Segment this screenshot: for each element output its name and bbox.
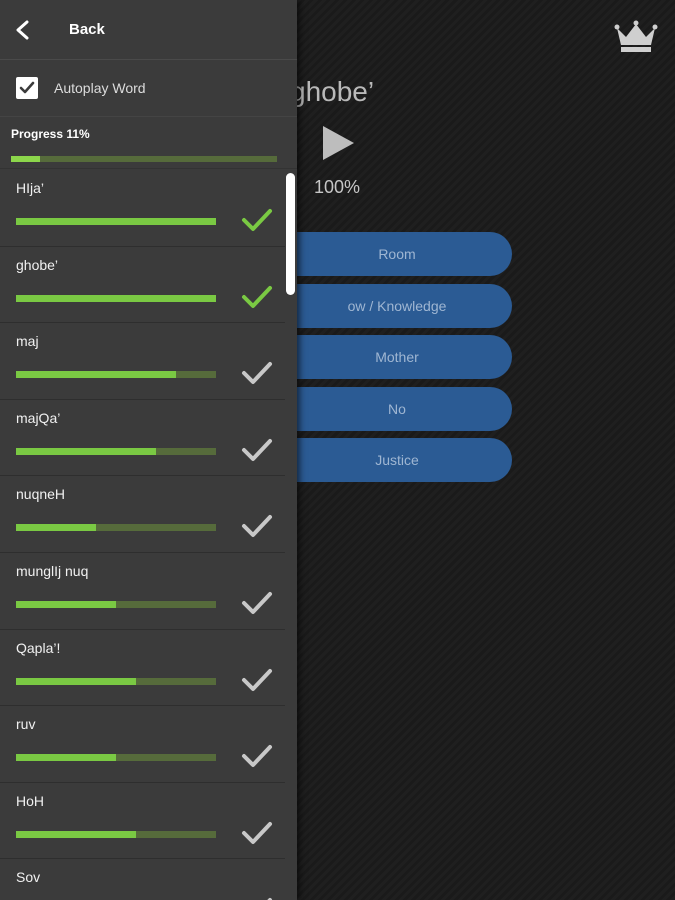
word-list-item[interactable]: ruv <box>0 706 285 783</box>
word-label: Qapla’! <box>16 639 61 656</box>
checkmark-icon <box>19 81 35 94</box>
checkmark-icon <box>242 362 272 385</box>
progress-bar <box>11 156 277 162</box>
word-progress-fill <box>16 830 136 838</box>
navigation-drawer: Back Autoplay Word Progress 11% HIja’ gho… <box>0 0 297 900</box>
word-label: majQa’ <box>16 409 61 426</box>
word-progress-fill <box>16 294 216 302</box>
progress-label: Progress 11% <box>11 127 90 141</box>
checkmark-icon <box>242 285 272 308</box>
checkmark-icon <box>242 668 272 691</box>
word-label: maj <box>16 333 39 350</box>
word-progress-fill <box>16 600 116 608</box>
checkmark-icon <box>242 438 272 461</box>
word-progress-fill <box>16 677 136 685</box>
word-list-item[interactable]: majQa’ <box>0 400 285 477</box>
word-label: HIja’ <box>16 180 45 196</box>
word-progress-bar <box>16 524 216 532</box>
word-progress-bar <box>16 677 216 685</box>
autoplay-checkbox[interactable] <box>16 77 38 99</box>
word-list-item[interactable]: HIja’ <box>0 170 285 247</box>
word-progress-bar <box>16 754 216 762</box>
crown-icon[interactable] <box>614 20 658 54</box>
word-progress-fill <box>16 524 96 532</box>
word-list-item[interactable]: ghobe’ <box>0 247 285 324</box>
checkmark-icon <box>242 209 272 231</box>
autoplay-label: Autoplay Word <box>54 80 146 96</box>
word-label: Sov <box>16 869 41 886</box>
word-progress-fill <box>16 218 216 225</box>
scrollbar-thumb[interactable] <box>286 173 295 295</box>
back-label: Back <box>69 21 105 38</box>
word-progress-fill <box>16 447 156 455</box>
word-progress-fill <box>16 754 116 762</box>
word-list-item[interactable]: maj <box>0 323 285 400</box>
word-list-item[interactable]: HoH <box>0 783 285 860</box>
word-progress-bar <box>16 371 216 379</box>
word-list-item[interactable]: munglIj nuq <box>0 553 285 630</box>
word-label: ghobe’ <box>16 256 59 273</box>
word-list-item[interactable]: Qapla’! <box>0 630 285 707</box>
overall-progress: Progress 11% <box>0 117 297 169</box>
back-button[interactable]: Back <box>0 0 297 60</box>
chevron-left-icon <box>16 20 29 39</box>
progress-bar-fill <box>11 156 41 162</box>
autoplay-row: Autoplay Word <box>0 60 297 117</box>
word-list-item[interactable]: nuqneH <box>0 476 285 553</box>
word-label: munglIj nuq <box>16 562 89 579</box>
checkmark-icon <box>242 591 272 614</box>
word-progress-bar <box>16 830 216 838</box>
word-list[interactable]: HIja’ ghobe’ maj majQa’ nuqneH munglIj nuq Qap… <box>0 170 285 900</box>
quiz-word: ghobe’ <box>290 76 375 107</box>
checkmark-icon <box>242 821 272 844</box>
audio-percent: 100% <box>314 177 361 197</box>
word-progress-bar <box>16 447 216 455</box>
word-progress-bar <box>16 294 216 302</box>
word-list-item[interactable]: Sov <box>0 859 285 900</box>
word-label: ruv <box>16 716 36 733</box>
word-label: nuqneH <box>16 486 66 503</box>
checkmark-icon <box>242 745 272 768</box>
word-progress-fill <box>16 371 176 379</box>
word-progress-bar <box>16 600 216 608</box>
word-progress-bar <box>16 218 216 225</box>
word-label: HoH <box>16 792 45 809</box>
checkmark-icon <box>242 515 272 538</box>
play-icon[interactable] <box>320 124 356 162</box>
checkmark-icon <box>267 898 272 900</box>
